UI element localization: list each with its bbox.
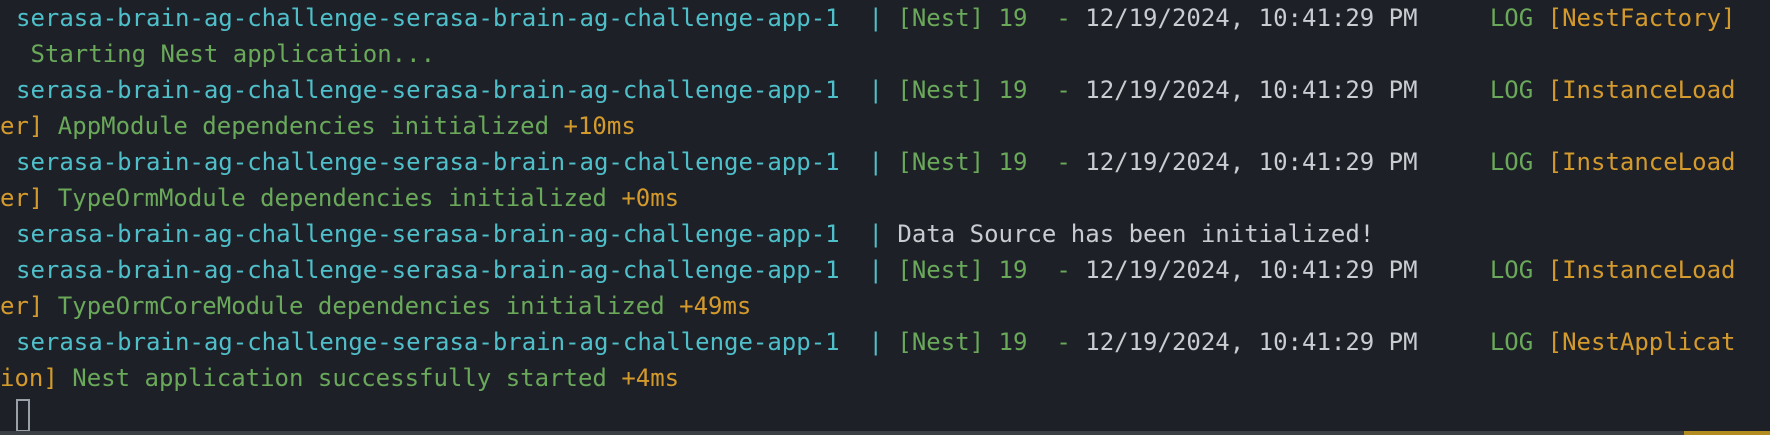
log-line-wrap: er] AppModule dependencies initialized +… (0, 108, 1770, 144)
container-name: serasa-brain-ag-challenge-serasa-brain-a… (16, 76, 840, 104)
log-line-wrap: Starting Nest application... (16, 36, 1770, 72)
separator: | (839, 4, 898, 32)
scroll-indicator[interactable] (1684, 431, 1770, 435)
log-message: Starting Nest application... (16, 40, 436, 68)
separator: | (839, 76, 898, 104)
log-timing: +4ms (621, 364, 680, 392)
container-name: serasa-brain-ag-challenge-serasa-brain-a… (16, 256, 840, 284)
log-message: Nest application successfully started (57, 364, 622, 392)
log-level: LOG (1417, 76, 1548, 104)
log-context-wrap: er] (0, 184, 44, 212)
log-level: LOG (1417, 148, 1548, 176)
nest-prefix: [Nest] 19 - (897, 4, 1086, 32)
log-line: serasa-brain-ag-challenge-serasa-brain-a… (16, 216, 1770, 252)
separator: | (839, 328, 898, 356)
log-context: [NestApplicat (1547, 328, 1736, 356)
log-context-wrap: er] (0, 112, 44, 140)
prompt-line[interactable] (16, 396, 1770, 432)
timestamp: 12/19/2024, 10:41:29 PM (1085, 328, 1418, 356)
log-line-wrap: er] TypeOrmCoreModule dependencies initi… (0, 288, 1770, 324)
text-cursor[interactable] (16, 398, 30, 432)
log-line: serasa-brain-ag-challenge-serasa-brain-a… (16, 144, 1770, 180)
nest-prefix: [Nest] 19 - (897, 256, 1086, 284)
timestamp: 12/19/2024, 10:41:29 PM (1085, 4, 1418, 32)
log-line-wrap: ion] Nest application successfully start… (0, 360, 1770, 396)
log-context: [InstanceLoad (1547, 76, 1736, 104)
nest-prefix: [Nest] 19 - (897, 328, 1086, 356)
container-name: serasa-brain-ag-challenge-serasa-brain-a… (16, 4, 840, 32)
log-timing: +10ms (563, 112, 636, 140)
log-line: serasa-brain-ag-challenge-serasa-brain-a… (16, 0, 1770, 36)
log-context: [InstanceLoad (1547, 148, 1736, 176)
container-name: serasa-brain-ag-challenge-serasa-brain-a… (16, 220, 840, 248)
log-context-wrap: er] (0, 292, 44, 320)
timestamp: 12/19/2024, 10:41:29 PM (1085, 76, 1418, 104)
log-context: [InstanceLoad (1547, 256, 1736, 284)
status-strip (0, 431, 1770, 435)
log-timing: +0ms (621, 184, 680, 212)
timestamp: 12/19/2024, 10:41:29 PM (1085, 256, 1418, 284)
timestamp: 12/19/2024, 10:41:29 PM (1085, 148, 1418, 176)
log-context: [NestFactory] (1547, 4, 1736, 32)
log-line-wrap: er] TypeOrmModule dependencies initializ… (0, 180, 1770, 216)
terminal-window[interactable]: serasa-brain-ag-challenge-serasa-brain-a… (0, 0, 1770, 435)
separator: | (839, 256, 898, 284)
log-level: LOG (1417, 4, 1548, 32)
log-line: serasa-brain-ag-challenge-serasa-brain-a… (16, 324, 1770, 360)
nest-prefix: [Nest] 19 - (897, 148, 1086, 176)
log-level: LOG (1417, 328, 1548, 356)
nest-prefix: [Nest] 19 - (897, 76, 1086, 104)
separator: | (839, 220, 898, 248)
container-name: serasa-brain-ag-challenge-serasa-brain-a… (16, 328, 840, 356)
log-level: LOG (1417, 256, 1548, 284)
plain-message: Data Source has been initialized! (897, 220, 1375, 248)
log-context-wrap: ion] (0, 364, 58, 392)
log-line: serasa-brain-ag-challenge-serasa-brain-a… (16, 72, 1770, 108)
log-message: TypeOrmModule dependencies initialized (43, 184, 622, 212)
log-message: AppModule dependencies initialized (43, 112, 564, 140)
log-timing: +49ms (679, 292, 752, 320)
container-name: serasa-brain-ag-challenge-serasa-brain-a… (16, 148, 840, 176)
separator: | (839, 148, 898, 176)
log-line: serasa-brain-ag-challenge-serasa-brain-a… (16, 252, 1770, 288)
log-message: TypeOrmCoreModule dependencies initializ… (43, 292, 680, 320)
